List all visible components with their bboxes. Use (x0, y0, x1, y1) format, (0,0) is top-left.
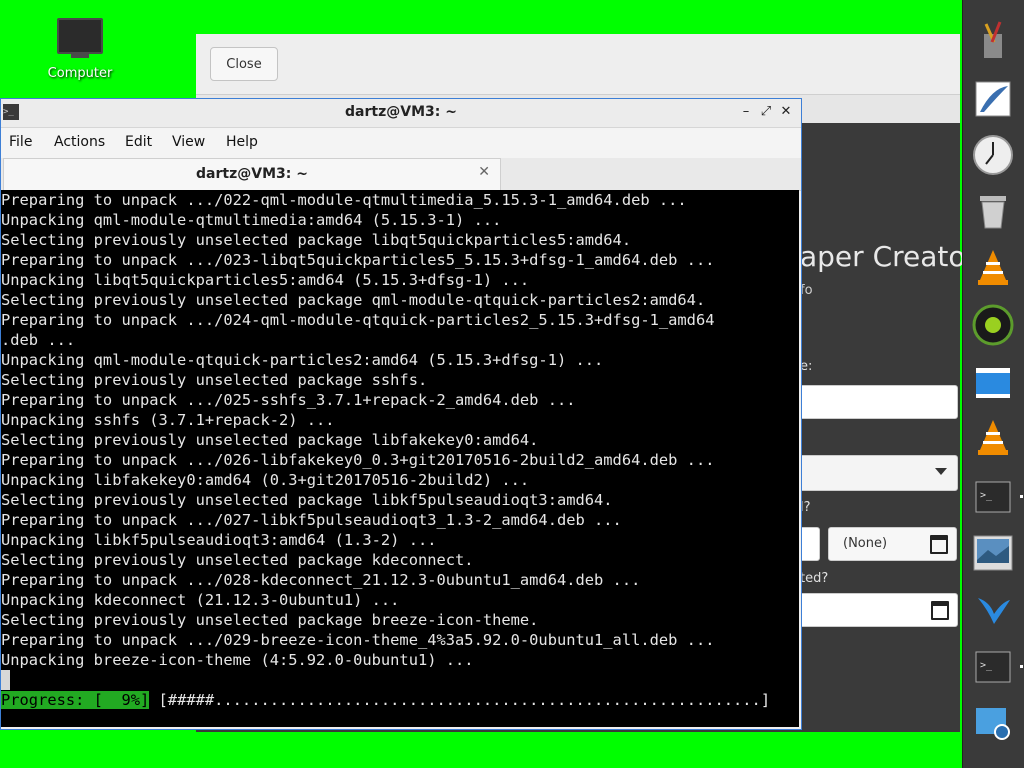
dropdown-select[interactable] (796, 455, 958, 491)
svg-text:>_: >_ (980, 490, 993, 501)
terminal-line: Selecting previously unselected package … (1, 611, 539, 629)
folder-icon (930, 535, 948, 554)
trash-icon[interactable] (972, 190, 1014, 232)
file-picker-button[interactable]: (None) (828, 527, 957, 561)
minimize-icon[interactable]: – (737, 103, 755, 121)
file-path-input-2[interactable] (796, 593, 958, 627)
app-toolbar: Close (196, 34, 960, 95)
running-indicator (1020, 665, 1023, 668)
terminal-line: Preparing to unpack .../026-libfakekey0_… (1, 451, 715, 469)
text-cursor (1, 670, 10, 690)
terminal-icon[interactable]: >_ (972, 476, 1014, 518)
terminal-line: .deb ... (1, 331, 76, 349)
maximize-icon[interactable]: ⤢ (757, 103, 775, 121)
svg-text:>_: >_ (980, 660, 993, 671)
folder-icon[interactable] (931, 601, 949, 620)
terminal-line: Selecting previously unselected package … (1, 431, 539, 449)
tab-title: dartz@VM3: ~ (196, 166, 308, 182)
menu-edit[interactable]: Edit (125, 134, 152, 150)
terminal-line: Unpacking qml-module-qtmultimedia:amd64 … (1, 211, 502, 229)
desktop-icon-computer[interactable]: Computer (40, 14, 120, 81)
none-label: (None) (843, 536, 888, 551)
progress-bar-text: [#####..................................… (149, 691, 771, 709)
terminal-tab[interactable]: dartz@VM3: ~ ✕ (3, 158, 501, 191)
terminal-line: Preparing to unpack .../025-sshfs_3.7.1+… (1, 391, 576, 409)
text-input[interactable] (796, 385, 958, 419)
terminal-line: Preparing to unpack .../023-libqt5quickp… (1, 251, 715, 269)
progress-line: Progress: [ 9%] [#####..................… (1, 690, 770, 710)
monitor-icon (57, 18, 103, 58)
close-button[interactable]: Close (210, 47, 278, 81)
window-title: dartz@VM3: ~ (345, 104, 457, 120)
terminal-window: >_ dartz@VM3: ~ – ⤢ ✕ File Actions Edit … (0, 98, 802, 730)
bird-app-icon[interactable] (972, 588, 1014, 630)
screenshot-icon[interactable] (972, 702, 1014, 744)
terminal-line: Unpacking libkf5pulseaudioqt3:amd64 (1.3… (1, 531, 437, 549)
terminal-output: Preparing to unpack .../022-qml-module-q… (1, 190, 714, 670)
terminal-screen[interactable]: Preparing to unpack .../022-qml-module-q… (1, 190, 799, 727)
terminal-line: Preparing to unpack .../022-qml-module-q… (1, 191, 687, 209)
vlc-icon[interactable] (972, 416, 1014, 458)
terminal-line: Preparing to unpack .../027-libkf5pulsea… (1, 511, 622, 529)
dock-panel: >_ >_ (962, 0, 1024, 768)
quill-writer-icon[interactable] (972, 78, 1014, 120)
terminal-line: Unpacking breeze-icon-theme (4:5.92.0-0u… (1, 651, 474, 669)
menu-bar: File Actions Edit View Help (1, 128, 801, 158)
terminal-line: Selecting previously unselected package … (1, 231, 632, 249)
chevron-down-icon (935, 468, 947, 475)
media-player-icon[interactable] (972, 304, 1014, 346)
terminal-line: Unpacking kdeconnect (21.12.3-0ubuntu1) … (1, 591, 400, 609)
terminal-line: Preparing to unpack .../029-breeze-icon-… (1, 631, 715, 649)
tab-close-icon[interactable]: ✕ (478, 164, 490, 180)
terminal-line: Preparing to unpack .../024-qml-module-q… (1, 311, 715, 329)
menu-help[interactable]: Help (226, 134, 258, 150)
text-editor-icon[interactable] (972, 20, 1014, 62)
terminal-line: Preparing to unpack .../028-kdeconnect_2… (1, 571, 641, 589)
menu-view[interactable]: View (172, 134, 205, 150)
tab-bar: dartz@VM3: ~ ✕ (1, 158, 801, 191)
image-viewer-icon[interactable] (972, 532, 1014, 574)
terminal-line: Selecting previously unselected package … (1, 491, 613, 509)
terminal-icon[interactable]: >_ (972, 646, 1014, 688)
field-label: ted? (800, 571, 829, 586)
vlc-icon[interactable] (972, 246, 1014, 288)
desktop-icon-label: Computer (47, 66, 113, 81)
terminal-titlebar[interactable]: >_ dartz@VM3: ~ – ⤢ ✕ (1, 99, 801, 128)
menu-actions[interactable]: Actions (54, 134, 105, 150)
terminal-line: Selecting previously unselected package … (1, 551, 474, 569)
progress-label: Progress: [ 9%] (1, 691, 150, 709)
running-indicator (1020, 495, 1023, 498)
terminal-line: Selecting previously unselected package … (1, 371, 428, 389)
close-icon[interactable]: ✕ (777, 103, 795, 121)
terminal-line: Unpacking qml-module-qtquick-particles2:… (1, 351, 604, 369)
terminal-line: Unpacking libfakekey0:amd64 (0.3+git2017… (1, 471, 530, 489)
clock-icon[interactable] (972, 134, 1014, 176)
app-title: aper Creator (800, 240, 978, 273)
terminal-line: Unpacking sshfs (3.7.1+repack-2) ... (1, 411, 335, 429)
terminal-line: Selecting previously unselected package … (1, 291, 706, 309)
menu-file[interactable]: File (9, 134, 32, 150)
terminal-line: Unpacking libqt5quickparticles5:amd64 (5… (1, 271, 530, 289)
window-icon[interactable] (972, 362, 1014, 404)
